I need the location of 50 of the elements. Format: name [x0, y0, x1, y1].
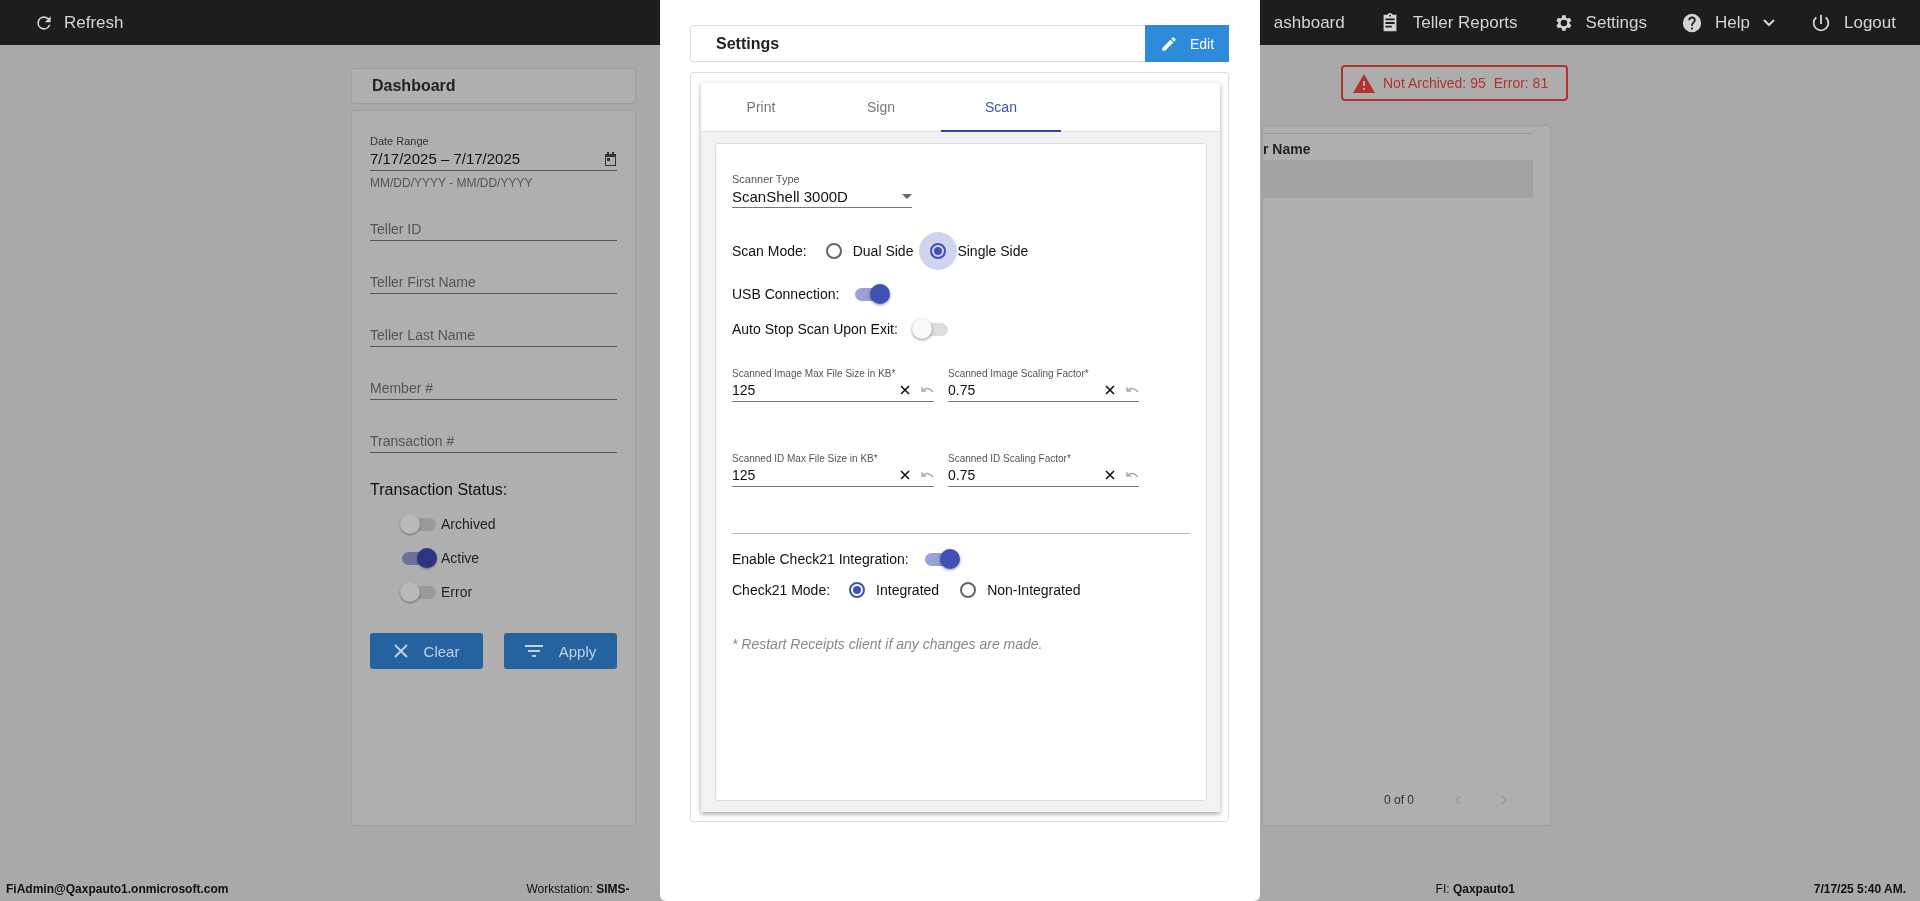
edit-button[interactable]: Edit: [1145, 25, 1229, 62]
dialog-title: Settings: [716, 34, 781, 53]
toggle-label: Archived: [441, 516, 496, 532]
tab[interactable]: Print: [701, 83, 821, 132]
toggle-label: Error: [441, 584, 473, 600]
field-label: USB Connection:: [732, 286, 840, 302]
reports-link[interactable]: Teller Reports: [1378, 11, 1518, 34]
input-field[interactable]: 0.75: [948, 379, 1139, 402]
pager-text: 0 of 0: [1384, 793, 1415, 807]
alert-text: Not Archived: 95: [1383, 75, 1486, 91]
clear-button[interactable]: Clear: [370, 633, 483, 669]
dashboard-link[interactable]: ashboard: [1273, 12, 1345, 33]
tab[interactable]: Scan: [941, 83, 1061, 132]
refresh-button[interactable]: Refresh: [34, 12, 124, 33]
help-menu[interactable]: Help: [1681, 11, 1776, 34]
apply-button[interactable]: Apply: [504, 633, 617, 669]
field-label: Enable Check21 Integration:: [732, 551, 909, 567]
field-label: Scanned Image Max File Size in KB*: [732, 368, 897, 379]
section-label: Transaction Status:: [370, 481, 509, 499]
timestamp: 7/17/25 5:40 AM.: [1813, 881, 1906, 896]
field-label: Date Range: [370, 135, 430, 147]
panel-title: Dashboard: [351, 68, 636, 104]
date-range-field[interactable]: 7/17/2025 – 7/17/2025: [370, 147, 617, 171]
field-hint: MM/DD/YYYY - MM/DD/YYYY: [370, 176, 534, 190]
input-field[interactable]: 0.75: [948, 464, 1139, 487]
radio-label: Single Side: [957, 243, 1029, 259]
scanner-select[interactable]: ScanShell 3000D: [732, 185, 912, 208]
logout-link[interactable]: Logout: [1810, 11, 1896, 34]
settings-link[interactable]: Settings: [1551, 11, 1648, 34]
field-label: Scan Mode:: [732, 243, 807, 259]
field-label: Scanned ID Max File Size in KB*: [732, 453, 879, 464]
user-email: FiAdmin@Qaxpauto1.onmicrosoft.com: [6, 881, 229, 896]
workstation-text: Workstation: SIMS-: [526, 881, 630, 896]
field-label: Check21 Mode:: [732, 582, 831, 598]
input-field[interactable]: 125: [732, 464, 934, 487]
note-text: * Restart Receipts client if any changes are made.: [732, 636, 1044, 652]
field-label: Scanner Type: [732, 173, 801, 185]
field-label: Scanned ID Scaling Factor*: [948, 453, 1072, 464]
radio-label: Non-Integrated: [987, 582, 1081, 598]
radio-label: Dual Side: [852, 243, 914, 259]
input-field[interactable]: Teller ID: [370, 218, 617, 241]
input-field[interactable]: 125: [732, 379, 934, 402]
radio-label: Integrated: [876, 582, 940, 598]
tab[interactable]: Sign: [821, 83, 941, 132]
field-label: Auto Stop Scan Upon Exit:: [732, 321, 898, 337]
alert-text: Error: 81: [1493, 75, 1549, 91]
fi-text: FI: Qaxpauto1: [1435, 881, 1515, 896]
toggle-label: Active: [441, 550, 480, 566]
column-header: r Name: [1263, 140, 1312, 159]
field-label: Scanned Image Scaling Factor*: [948, 368, 1090, 379]
